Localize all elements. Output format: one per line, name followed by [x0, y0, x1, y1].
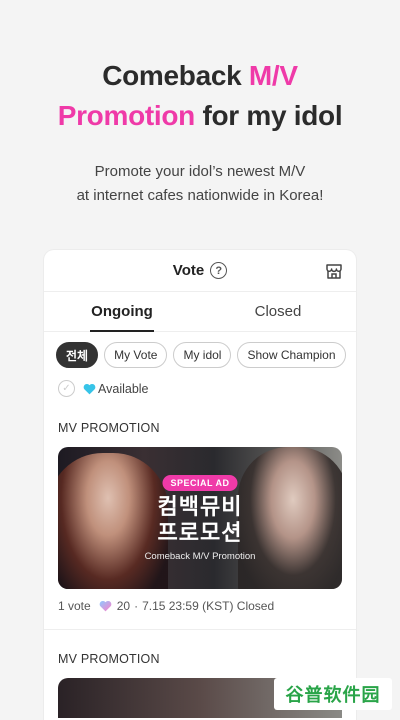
promotion-caption: Comeback M/V Promotion [144, 551, 256, 562]
card-title: Vote [172, 262, 205, 279]
section-label: MV PROMOTION [58, 652, 160, 666]
hero-title-text: for my idol [195, 100, 343, 131]
filter-chip-my-vote[interactable]: My Vote [104, 342, 168, 368]
tab-ongoing[interactable]: Ongoing [44, 292, 200, 331]
hero-title-accent: M/V [248, 60, 298, 91]
vote-deadline: 7.15 23:59 (KST) Closed [142, 599, 275, 613]
heart-count: 20 [116, 599, 131, 613]
filter-chips: 전체 My Vote My idol Show Champion [44, 332, 356, 368]
vote-meta: 1 vote 20 · 7.15 23:59 (KST) Closed [44, 589, 356, 613]
meta-separator: · [134, 599, 139, 613]
promotion-banner[interactable]: SPECIAL AD 컴백뮤비 프로모션 Comeback M/V Promot… [58, 447, 342, 589]
vote-count: 1 vote [58, 599, 91, 613]
watermark-logo: 谷普软件园 [274, 678, 392, 710]
filter-chip-all[interactable]: 전체 [56, 342, 99, 368]
hero: Comeback M/V Promotion for my idol Promo… [0, 56, 400, 208]
tab-bar: Ongoing Closed [44, 292, 356, 332]
hero-title-text: Comeback [102, 60, 249, 91]
promotion-title-kr-line1: 컴백뮤비 [157, 495, 243, 520]
filter-chip-show-champion[interactable]: Show Champion [237, 342, 346, 368]
hero-title-accent: Promotion [57, 100, 196, 131]
promotion-title-kr-line2: 프로모션 [157, 521, 243, 546]
hero-title-line2: Promotion for my idol [0, 96, 400, 136]
tab-closed[interactable]: Closed [200, 292, 356, 331]
hero-subtitle-line1: Promote your idol’s newest M/V [94, 163, 306, 180]
special-ad-badge: SPECIAL AD [162, 475, 238, 491]
hero-title-line1: Comeback M/V [0, 56, 400, 96]
section-label: MV PROMOTION [58, 421, 160, 435]
filter-chip-my-idol[interactable]: My idol [173, 342, 232, 368]
vote-card: Vote ? Ongoing Closed 전체 My Vote My idol… [44, 250, 356, 720]
available-label: Available [98, 381, 149, 396]
check-circle-icon[interactable]: ✓ [58, 380, 75, 397]
divider [44, 629, 356, 630]
heart-icon [83, 383, 96, 394]
hero-title: Comeback M/V Promotion for my idol [0, 56, 400, 136]
hero-subtitle-line2: at internet cafes nationwide in Korea! [76, 187, 324, 204]
heart-gradient-icon [99, 600, 112, 612]
available-filter[interactable]: ✓ Available [44, 368, 356, 397]
store-icon[interactable] [324, 261, 344, 281]
hero-subtitle: Promote your idol’s newest M/V at intern… [0, 160, 400, 208]
question-circle-icon[interactable]: ? [210, 262, 228, 279]
card-header: Vote ? [44, 250, 356, 292]
